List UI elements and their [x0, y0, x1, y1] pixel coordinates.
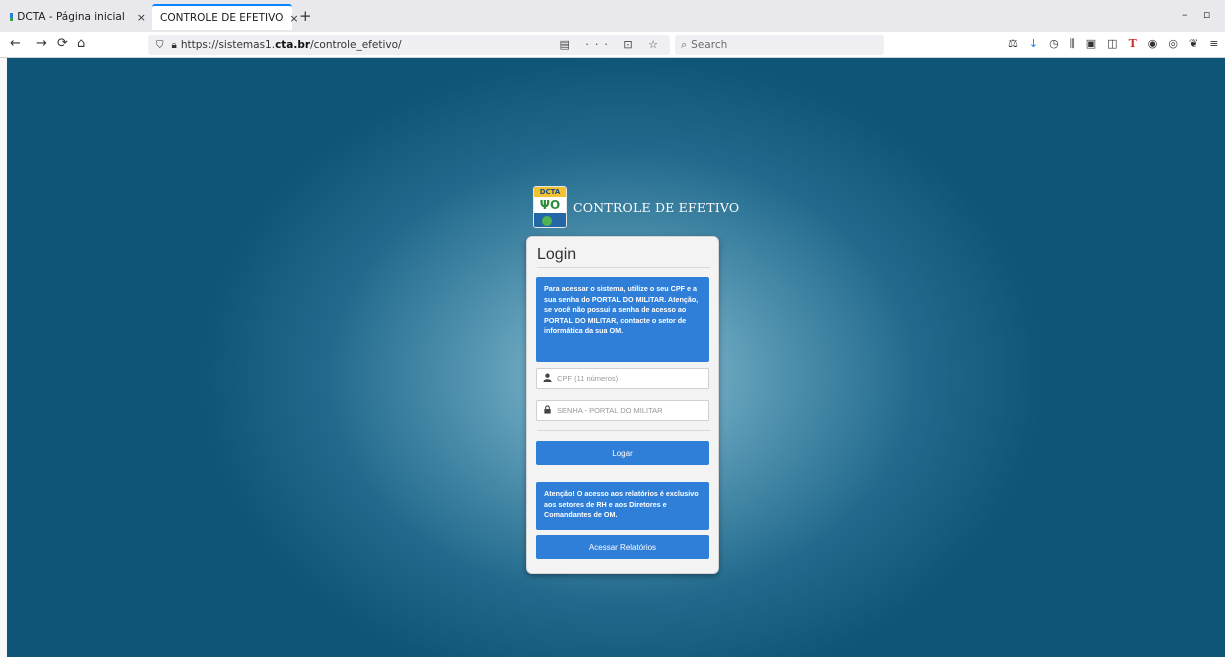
login-button[interactable]: Logar [536, 441, 709, 465]
search-placeholder: Search [691, 39, 728, 51]
toolbar-icons: ⚖ ↓ ◷ ⫼ ▣ ◫ T ◉ ◎ ❦ ≡ [1008, 37, 1218, 51]
cpf-input[interactable] [557, 374, 707, 383]
flag-icon [10, 13, 14, 21]
history-icon[interactable]: ◷ [1049, 37, 1059, 51]
extension-icon[interactable]: ▣ [1086, 37, 1096, 51]
home-icon[interactable]: ⌂ [77, 36, 85, 51]
divider [537, 267, 710, 268]
url-bar[interactable]: ⛉ 🔒︎ https://sistemas1.cta.br/controle_e… [148, 35, 670, 55]
search-icon: ⌕ [681, 38, 688, 51]
shield-icon[interactable]: ⛉ [156, 40, 164, 51]
minimize-button[interactable]: – [1182, 8, 1188, 21]
reload-icon[interactable]: ⟳ [57, 36, 68, 51]
extension-icon[interactable]: ◎ [1168, 37, 1178, 51]
browser-tab-bar: DCTA - Página inicial × CONTROLE DE EFET… [0, 0, 1225, 32]
close-tab-icon[interactable]: × [137, 11, 146, 24]
divider [537, 430, 710, 431]
page-actions-icon[interactable]: ▤ ··· ⊡ ☆ [560, 38, 664, 51]
browser-nav-bar: ← → ⟳ ⌂ ⛉ 🔒︎ https://sistemas1.cta.br/co… [0, 32, 1225, 58]
toolbar-icon[interactable]: ⚖ [1008, 37, 1018, 51]
password-input[interactable] [557, 406, 707, 415]
reports-button[interactable]: Acessar Relatórios [536, 535, 709, 559]
tab-dcta-home[interactable]: DCTA - Página inicial × [10, 6, 146, 28]
tab-title: DCTA - Página inicial [17, 11, 125, 23]
extension-t-icon[interactable]: T [1129, 37, 1137, 51]
login-card: Login Para acessar o sistema, utilize o … [526, 236, 719, 574]
login-info-alert: Para acessar o sistema, utilize o seu CP… [536, 277, 709, 362]
menu-icon[interactable]: ≡ [1209, 37, 1218, 51]
app-title: CONTROLE DE EFETIVO [573, 199, 740, 215]
search-bar[interactable]: ⌕ Search [675, 35, 884, 55]
dcta-logo: DCTA ΨO [533, 186, 567, 228]
lock-icon[interactable]: 🔒︎ [172, 40, 177, 51]
reports-info-alert: Atenção! O acesso aos relatórios é exclu… [536, 482, 709, 530]
close-tab-icon[interactable]: × [289, 12, 298, 25]
sidebar-icon[interactable]: ◫ [1107, 37, 1117, 51]
new-tab-button[interactable]: + [299, 7, 312, 25]
extension-icon[interactable]: ❦ [1189, 37, 1198, 51]
login-title: Login [537, 246, 577, 263]
url-text: https://sistemas1.cta.br/controle_efetiv… [180, 39, 402, 51]
tab-title: CONTROLE DE EFETIVO [160, 12, 284, 24]
tab-controle-efetivo[interactable]: CONTROLE DE EFETIVO × [152, 4, 299, 30]
user-icon [543, 373, 553, 385]
download-icon[interactable]: ↓ [1029, 37, 1038, 51]
library-icon[interactable]: ⫼ [1070, 37, 1075, 51]
back-icon[interactable]: ← [10, 36, 21, 51]
password-field[interactable] [536, 400, 709, 421]
lock-icon [543, 404, 553, 417]
cpf-field[interactable] [536, 368, 709, 389]
maximize-button[interactable]: ▫ [1203, 8, 1210, 21]
page-background: DCTA ΨO CONTROLE DE EFETIVO Login Para a… [7, 58, 1225, 657]
brand-header: DCTA ΨO CONTROLE DE EFETIVO [533, 186, 739, 228]
extension-icon[interactable]: ◉ [1148, 37, 1158, 51]
forward-icon[interactable]: → [36, 36, 47, 51]
